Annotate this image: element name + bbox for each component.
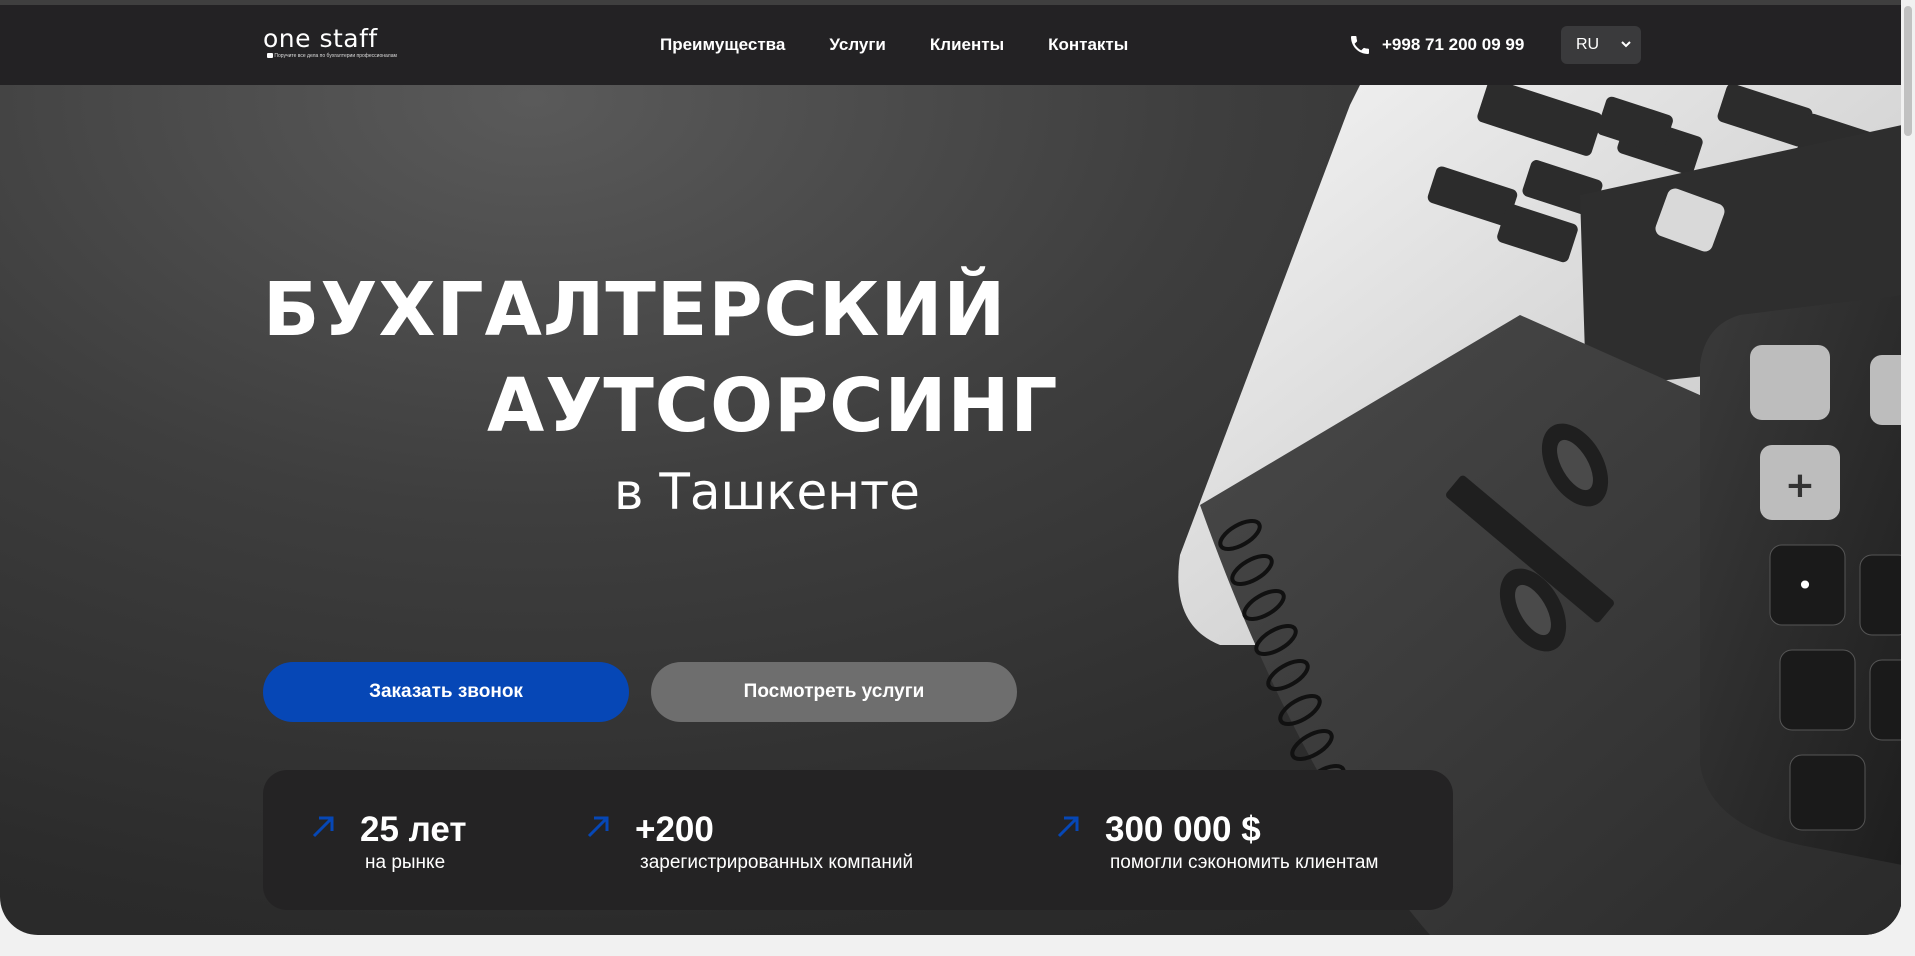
hero-title-line1: БУХГАЛТЕРСКИЙ (263, 267, 1007, 353)
logo-mark-icon (267, 53, 273, 59)
nav-item-services[interactable]: Услуги (829, 35, 886, 55)
language-select[interactable]: RU (1561, 26, 1641, 64)
stat-label: на рынке (365, 852, 446, 873)
stat-value: 300 000 $ (1105, 810, 1261, 849)
hero-subtitle: в Ташкенте (614, 463, 920, 521)
arrow-up-right-icon (587, 816, 609, 838)
arrow-up-right-icon (312, 816, 334, 838)
stat-label: помогли сэкономить клиентам (1110, 852, 1379, 873)
logo-tagline: Поручите все дела по бухгалтерии професс… (267, 53, 397, 59)
scrollbar-thumb[interactable] (1904, 6, 1912, 136)
stat-value: +200 (635, 810, 714, 849)
phone-link[interactable]: +998 71 200 09 99 (1348, 33, 1524, 57)
arrow-up-right-icon (1057, 816, 1079, 838)
language-value: RU (1576, 36, 1600, 53)
navbar: one staff Поручите все дела по бухгалтер… (0, 5, 1902, 85)
nav-item-contacts[interactable]: Контакты (1048, 35, 1128, 55)
phone-icon (1351, 36, 1369, 54)
phone-number: +998 71 200 09 99 (1382, 35, 1525, 54)
logo-tagline-text: Поручите все дела по бухгалтерии професс… (274, 53, 397, 59)
logo-wordmark: one staff (263, 24, 378, 53)
chevron-down-icon (1621, 41, 1631, 48)
main-nav: Преимущества Услуги Клиенты Контакты (660, 35, 1128, 55)
stat-label: зарегистрированных компаний (640, 852, 914, 873)
order-call-button[interactable]: Заказать звонок (263, 662, 629, 722)
nav-item-advantages[interactable]: Преимущества (660, 35, 785, 55)
hero-title-line2: АУТСОРСИНГ (487, 363, 1059, 449)
nav-item-clients[interactable]: Клиенты (930, 35, 1004, 55)
svg-text:+: + (1785, 465, 1815, 506)
svg-text:•: • (1797, 569, 1814, 602)
hero-section: • + one staff Поручите все дела по бухга… (0, 5, 1902, 935)
view-services-button[interactable]: Посмотреть услуги (651, 662, 1017, 722)
page-scrollbar[interactable] (1901, 0, 1915, 956)
stats-panel: 25 лет на рынке +200 зарегистрированных … (263, 770, 1453, 910)
logo[interactable]: one staff Поручите все дела по бухгалтер… (263, 24, 397, 59)
stat-value: 25 лет (360, 810, 467, 849)
